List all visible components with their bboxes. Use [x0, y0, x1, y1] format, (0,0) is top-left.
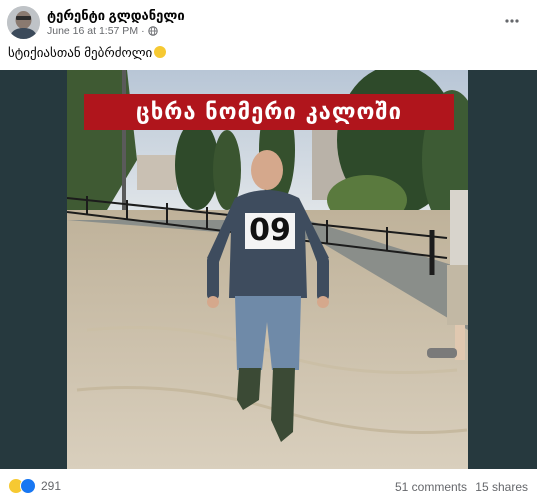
post-photo-container[interactable]: 09 ცხრა ნომერი კალოში: [0, 70, 537, 469]
more-options-icon: [505, 19, 519, 23]
comments-link[interactable]: 51 comments: [395, 480, 467, 494]
post-meta: June 16 at 1:57 PM ·: [47, 25, 158, 37]
photo-banner: ცხრა ნომერი კალოში: [84, 94, 454, 130]
avatar[interactable]: [7, 6, 40, 39]
post-caption: სტიქიასთან მებრძოლი: [8, 45, 167, 61]
reactions-summary[interactable]: 291: [8, 478, 61, 494]
shares-link[interactable]: 15 shares: [475, 480, 528, 494]
banner-text: ცხრა ნომერი კალოში: [136, 99, 402, 125]
grinning-emoji-icon: [154, 46, 167, 58]
jersey-number: 09: [245, 213, 295, 249]
meta-separator: ·: [141, 25, 145, 37]
like-reaction-icon: [20, 478, 36, 494]
reaction-count: 291: [41, 479, 62, 493]
post-timestamp[interactable]: June 16 at 1:57 PM: [47, 25, 138, 37]
more-options-button[interactable]: [503, 12, 521, 30]
post-header: ტერენტი გლდანელი June 16 at 1:57 PM ·: [0, 0, 537, 44]
avatar-image: [7, 6, 40, 39]
post-footer: 291 51 comments 15 shares: [0, 472, 537, 499]
globe-icon: [147, 26, 158, 36]
author-name[interactable]: ტერენტი გლდანელი: [47, 8, 185, 24]
caption-text: სტიქიასთან მებრძოლი: [8, 45, 153, 60]
